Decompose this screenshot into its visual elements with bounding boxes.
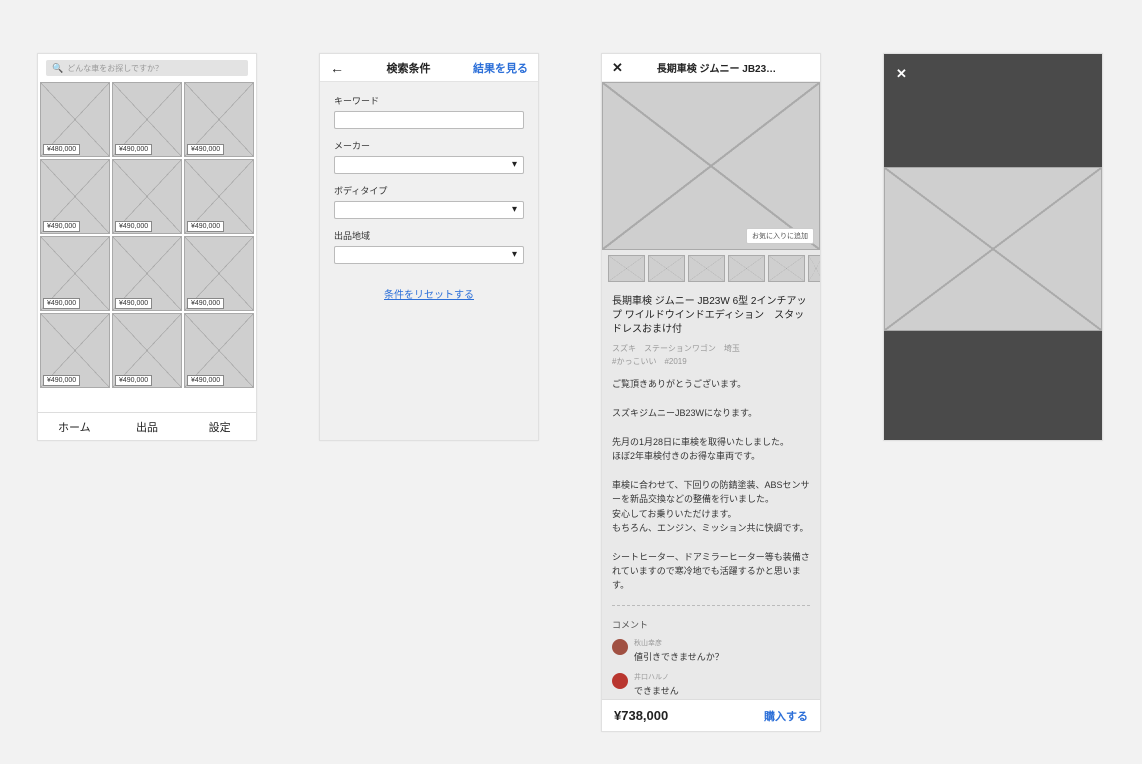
hero-image[interactable]: お気に入りに追加 [602, 82, 820, 250]
product-price: ¥738,000 [614, 708, 764, 723]
product-price: ¥490,000 [43, 221, 80, 232]
see-results-button[interactable]: 結果を見る [473, 60, 528, 76]
zoomed-image[interactable] [884, 167, 1102, 331]
screen-title: 8 - 商品写真拡大 [884, 53, 966, 56]
thumbnail[interactable] [808, 255, 821, 282]
comment-author: 秋山幸彦 [634, 639, 724, 649]
screen-search-conditions: 6 - 検索条件 ← 検索条件 結果を見る キーワード メーカー ボディタイプ … [319, 53, 539, 441]
close-icon[interactable]: ✕ [896, 66, 907, 82]
screen-product-list: 5 - 商品一覧 🔍 どんな車をお探しですか？ ¥480,000 ¥490,00… [37, 53, 257, 441]
product-price: ¥490,000 [187, 144, 224, 155]
product-price: ¥490,000 [43, 375, 80, 386]
comment-item: 秋山幸彦 値引きできませんか？ [612, 639, 810, 663]
bodytype-select[interactable] [334, 201, 524, 219]
product-price: ¥490,000 [115, 298, 152, 309]
product-tags: #かっこいい #2019 [612, 356, 810, 367]
product-price: ¥490,000 [115, 221, 152, 232]
label-keyword: キーワード [334, 94, 524, 107]
comment-item: 井口ハルノ できません [612, 673, 810, 697]
keyword-input[interactable] [334, 111, 524, 129]
thumbnail[interactable] [688, 255, 725, 282]
close-icon[interactable]: ✕ [612, 60, 623, 76]
screen-photo-zoom: 8 - 商品写真拡大 ✕ [883, 53, 1103, 441]
product-cell[interactable]: ¥490,000 [184, 313, 254, 388]
thumbnail[interactable] [608, 255, 645, 282]
tab-sell[interactable]: 出品 [111, 413, 184, 440]
product-cell[interactable]: ¥490,000 [112, 236, 182, 311]
product-price: ¥490,000 [187, 298, 224, 309]
screen-title: 7 - 商品詳細 [602, 53, 662, 56]
product-cell[interactable]: ¥490,000 [184, 82, 254, 157]
product-price: ¥490,000 [43, 298, 80, 309]
thumbnail[interactable] [648, 255, 685, 282]
product-cell[interactable]: ¥490,000 [184, 159, 254, 234]
label-bodytype: ボディタイプ [334, 184, 524, 197]
product-cell[interactable]: ¥490,000 [112, 159, 182, 234]
tab-settings[interactable]: 設定 [183, 413, 256, 440]
header: ✕ 長期車検 ジムニー JB23… [602, 54, 820, 82]
header: ← 検索条件 結果を見る [320, 54, 538, 82]
product-cell[interactable]: ¥490,000 [112, 313, 182, 388]
comment-text: できません [634, 685, 679, 698]
screen-title: 6 - 検索条件 [320, 53, 380, 56]
product-cell[interactable]: ¥490,000 [184, 236, 254, 311]
product-price: ¥490,000 [115, 144, 152, 155]
product-price: ¥490,000 [187, 221, 224, 232]
product-cell[interactable]: ¥480,000 [40, 82, 110, 157]
screen-product-detail: 7 - 商品詳細 ✕ 長期車検 ジムニー JB23… お気に入りに追加 長期車検… [601, 53, 821, 732]
tab-home[interactable]: ホーム [38, 413, 111, 440]
add-favorite-button[interactable]: お気に入りに追加 [746, 228, 814, 244]
label-maker: メーカー [334, 139, 524, 152]
comment-text: 値引きできませんか？ [634, 651, 724, 664]
product-cell[interactable]: ¥490,000 [40, 313, 110, 388]
product-grid: ¥480,000 ¥490,000 ¥490,000 ¥490,000 ¥490… [38, 82, 256, 388]
search-placeholder: どんな車をお探しですか？ [67, 63, 163, 74]
avatar [612, 673, 628, 689]
thumbnail[interactable] [768, 255, 805, 282]
product-title: 長期車検 ジムニー JB23W 6型 2インチアップ ワイルドウインドエディショ… [612, 295, 810, 337]
thumbnail[interactable] [728, 255, 765, 282]
product-cell[interactable]: ¥490,000 [40, 159, 110, 234]
screen-title: 5 - 商品一覧 [38, 53, 98, 56]
product-content: 長期車検 ジムニー JB23W 6型 2インチアップ ワイルドウインドエディショ… [602, 287, 820, 731]
reset-conditions-link[interactable]: 条件をリセットする [334, 286, 524, 301]
avatar [612, 639, 628, 655]
maker-select[interactable] [334, 156, 524, 174]
label-region: 出品地域 [334, 229, 524, 242]
header-title: 長期車検 ジムニー JB23… [623, 60, 810, 75]
comment-author: 井口ハルノ [634, 673, 679, 683]
thumbnail-strip [602, 250, 820, 287]
product-meta: スズキ ステーションワゴン 埼玉 [612, 343, 810, 354]
buy-button[interactable]: 購入する [764, 708, 808, 724]
search-icon: 🔍 [52, 63, 63, 74]
product-cell[interactable]: ¥490,000 [40, 236, 110, 311]
region-select[interactable] [334, 246, 524, 264]
comments-header: コメント [612, 618, 810, 631]
buy-bar: ¥738,000 購入する [602, 699, 820, 731]
product-description: ご覧頂きありがとうございます。 スズキジムニーJB23Wになります。 先月の1月… [612, 377, 810, 606]
header-title: 検索条件 [344, 60, 473, 76]
search-input[interactable]: 🔍 どんな車をお探しですか？ [46, 60, 248, 76]
product-price: ¥480,000 [43, 144, 80, 155]
tab-bar: ホーム 出品 設定 [38, 412, 256, 440]
product-price: ¥490,000 [187, 375, 224, 386]
product-cell[interactable]: ¥490,000 [112, 82, 182, 157]
product-price: ¥490,000 [115, 375, 152, 386]
back-icon[interactable]: ← [330, 60, 344, 76]
